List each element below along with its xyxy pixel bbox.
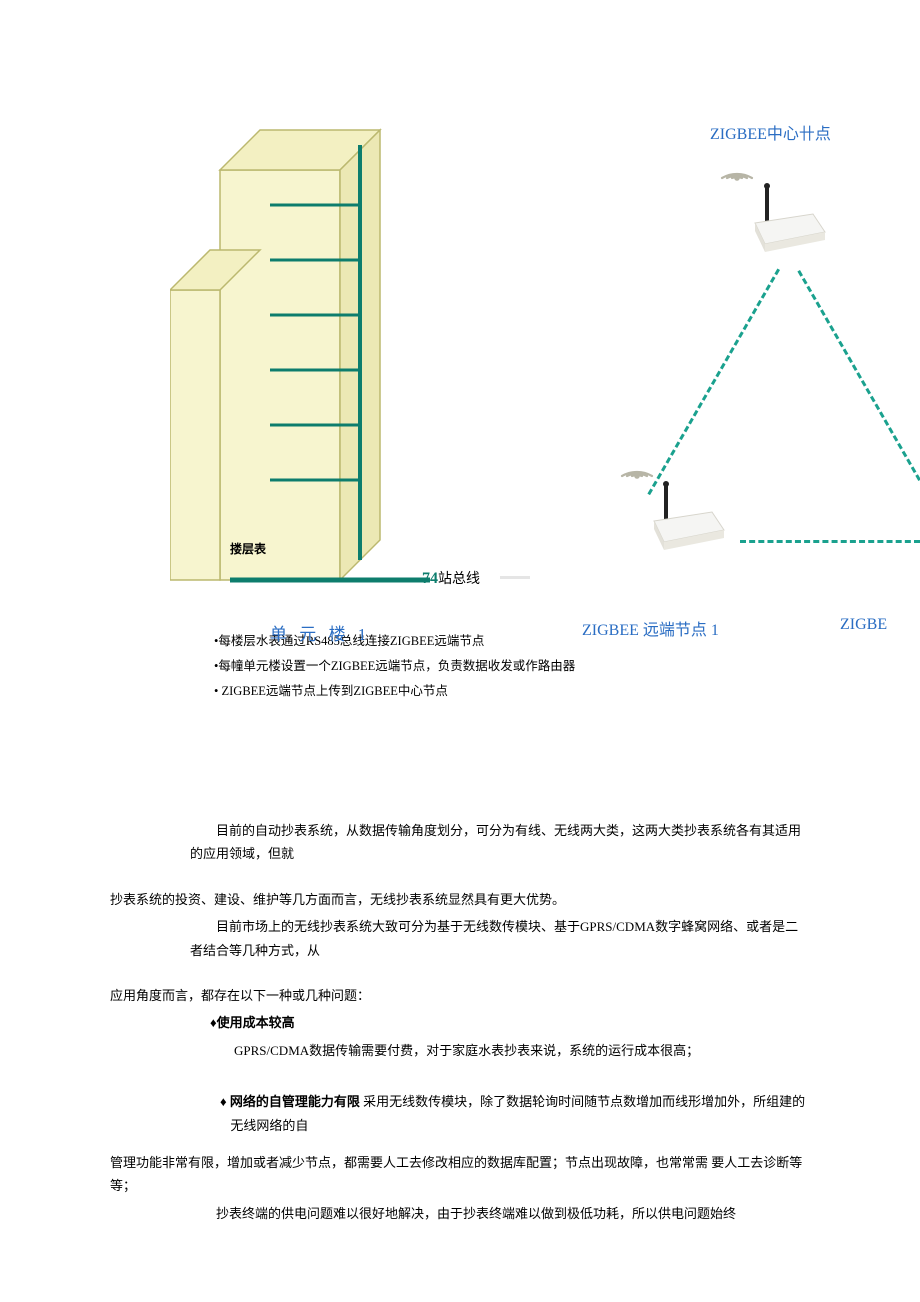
bus-label: 74站总线	[422, 568, 480, 588]
body-text: 目前的自动抄表系统，从数据传输角度划分，可分为有线、无线两大类，这两大类抄表系统…	[0, 819, 920, 1225]
connection-line	[740, 540, 920, 543]
paragraph: 抄表系统的投资、建设、维护等几方面而言，无线抄表系统显然具有更大优势。	[110, 888, 810, 911]
paragraph: 抄表终端的供电问题难以很好地解决，由于抄表终端难以做到极低功耗，所以供电问题始终	[190, 1202, 810, 1225]
paragraph: 应用角度而言，都存在以下一种或几种问题：	[110, 984, 810, 1007]
text: 目前的自动抄表系统，从数据传输角度划分，可分为有线、无线两大类，这两大类抄表系统…	[190, 823, 801, 861]
bus-text: 站总线	[438, 572, 480, 587]
bus-line-tail	[500, 576, 530, 579]
connection-line	[647, 269, 780, 496]
subheading: ♦ 网络的自管理能力有限 采用无线数传模块，除了数据轮询时间随节点数增加而线形增…	[220, 1090, 810, 1137]
paragraph: 目前的自动抄表系统，从数据传输角度划分，可分为有线、无线两大类，这两大类抄表系统…	[190, 819, 810, 866]
bus-number: 74	[422, 570, 438, 587]
paragraph: 管理功能非常有限，增加或者减少节点，都需要人工去修改相应的数据库配置；节点出现故…	[110, 1151, 810, 1198]
connection-line	[797, 270, 920, 497]
zigbee-device-icon	[745, 178, 835, 258]
zigbee-remote-label-1: ZIGBEE 远端节点 1	[582, 616, 719, 640]
subheading: ♦使用成本较高	[210, 1011, 810, 1034]
paragraph: 目前市场上的无线抄表系统大致可分为基于无线数传模块、基于GPRS/CDMA数字蜂…	[190, 915, 810, 962]
zigbee-center-label: ZIGBEE中心卄点	[710, 120, 831, 144]
bullet-item: •每幢单元楼设置一个ZIGBEE远端节点，负责数据收发或作路由器	[214, 655, 920, 674]
bullet-item: • ZIGBEE远端节点上传到ZIGBEE中心节点	[214, 680, 920, 699]
unit-building-label: 单 元 楼 1	[270, 620, 370, 645]
bold-title: ♦ 网络的自管理能力有限	[220, 1094, 360, 1109]
building-illustration	[170, 90, 430, 590]
text: 目前市场上的无线抄表系统大致可分为基于无线数传模块、基于GPRS/CDMA数字蜂…	[190, 919, 798, 957]
paragraph: GPRS/CDMA数据传输需要付费，对于家庭水表抄表来说，系统的运行成本很高；	[234, 1039, 810, 1062]
floor-meter-label: 搂层表	[230, 540, 266, 557]
zigbee-remote-label-2: ZIGBE	[840, 616, 887, 634]
zigbee-device-icon	[644, 476, 734, 556]
bold-title: ♦使用成本较高	[210, 1015, 295, 1030]
document-page: 搂层表 74站总线 单 元 楼 1 ZIGBEE中心卄点 ZIGBEE 远端节点…	[0, 40, 920, 1225]
network-diagram: 搂层表 74站总线 单 元 楼 1 ZIGBEE中心卄点 ZIGBEE 远端节点…	[0, 40, 920, 600]
